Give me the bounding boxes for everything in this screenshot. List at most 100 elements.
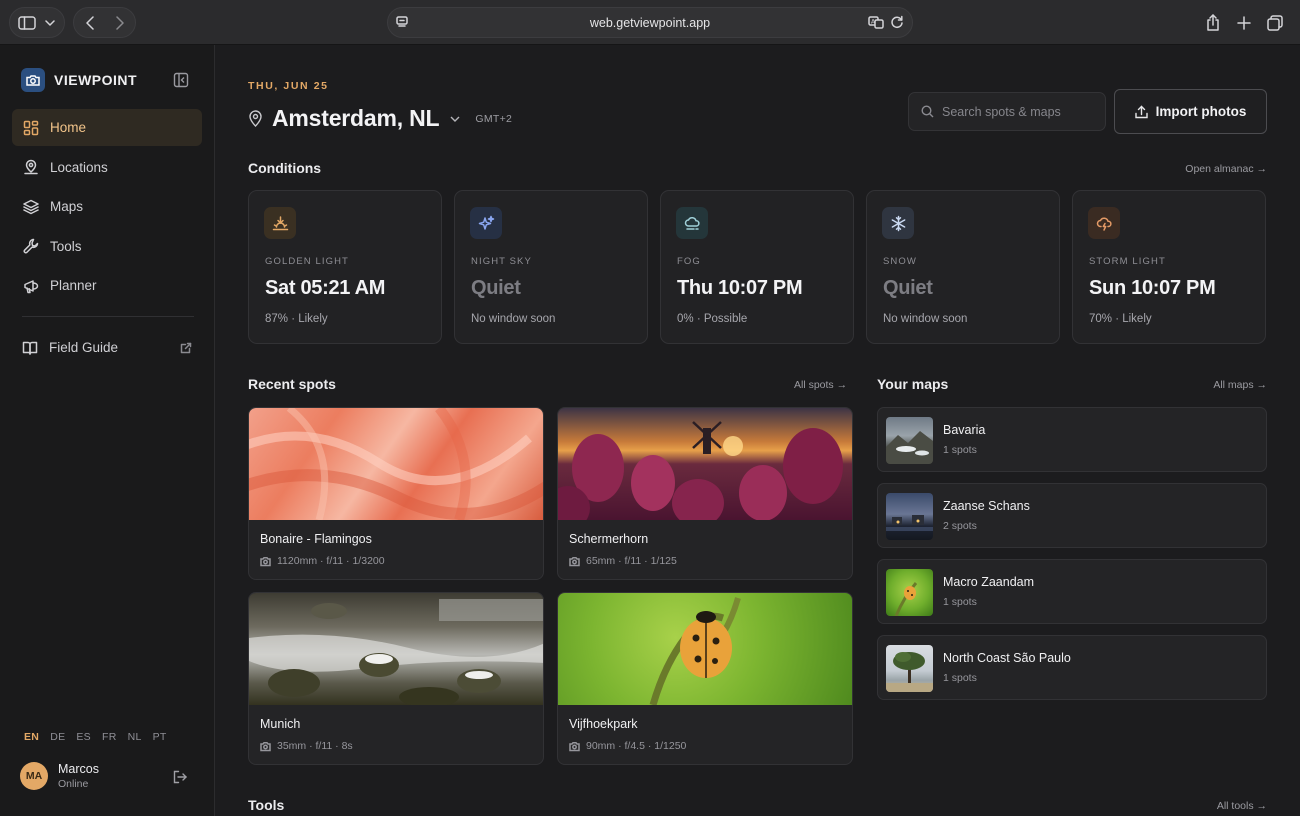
sidebar-item-tools[interactable]: Tools: [12, 228, 202, 265]
field-guide-link[interactable]: Field Guide: [12, 329, 202, 369]
open-almanac-link[interactable]: Open almanac →: [1185, 163, 1267, 175]
map-name: Macro Zaandam: [943, 575, 1035, 589]
camera-icon: [569, 741, 580, 751]
sidebar-nav: Home Locations Maps Tools Planner: [12, 109, 202, 307]
spot-meta: 35mm · f/11 · 8s: [260, 740, 353, 752]
sparkle-icon: [470, 207, 502, 239]
sidebar-item-locations[interactable]: Locations: [12, 149, 202, 186]
lang-es[interactable]: ES: [76, 731, 91, 743]
map-item[interactable]: North Coast São Paulo 1 spots: [877, 635, 1267, 700]
condition-label: FOG: [677, 256, 701, 267]
forward-icon[interactable]: [115, 15, 124, 30]
map-thumbnail: [886, 417, 933, 464]
lang-nl[interactable]: NL: [128, 731, 142, 743]
camera-logo-icon: [21, 68, 45, 92]
spot-card[interactable]: Munich 35mm · f/11 · 8s: [248, 592, 544, 765]
current-date: THU, JUN 25: [248, 80, 329, 92]
condition-probability: No window soon: [883, 313, 968, 325]
external-link-icon: [180, 342, 192, 353]
all-tools-link[interactable]: All tools →: [1217, 800, 1267, 812]
conditions-title: Conditions: [248, 160, 322, 176]
spot-photo-tulips-windmill: [558, 408, 852, 520]
condition-label: SNOW: [883, 256, 917, 267]
location-name: Amsterdam, NL: [272, 105, 440, 131]
condition-value: Sat 05:21 AM: [265, 277, 386, 299]
lang-fr[interactable]: FR: [102, 731, 117, 743]
spot-card[interactable]: Bonaire - Flamingos 1120mm · f/11 · 1/32…: [248, 407, 544, 580]
spot-card[interactable]: Schermerhorn 65mm · f/11 · 1/125: [557, 407, 853, 580]
map-pin-icon: [249, 110, 262, 127]
map-spot-count: 2 spots: [943, 520, 977, 532]
lang-en[interactable]: EN: [24, 731, 39, 743]
map-thumbnail: [886, 645, 933, 692]
sidebar-item-label: Home: [50, 120, 87, 135]
sidebar: VIEWPOINT Home Locations Maps Tools Plan…: [0, 45, 215, 816]
chevron-down-icon[interactable]: [45, 19, 55, 26]
sidebar-item-label: Tools: [50, 238, 82, 254]
spot-name: Schermerhorn: [569, 532, 649, 546]
pin-user-icon: [24, 159, 38, 175]
map-thumbnail: [886, 569, 933, 616]
sidebar-item-planner[interactable]: Planner: [12, 267, 202, 304]
search-input[interactable]: [942, 104, 1092, 119]
map-item[interactable]: Zaanse Schans 2 spots: [877, 483, 1267, 548]
spot-settings: 65mm · f/11 · 1/125: [586, 555, 677, 567]
tab-overview-button[interactable]: [1259, 7, 1290, 38]
location-selector[interactable]: Amsterdam, NL GMT+2: [248, 105, 512, 132]
condition-card-snow[interactable]: SNOW Quiet No window soon: [866, 190, 1060, 344]
condition-label: GOLDEN LIGHT: [265, 256, 349, 267]
condition-value: Quiet: [471, 277, 521, 299]
condition-value: Thu 10:07 PM: [677, 277, 803, 299]
new-tab-button[interactable]: [1228, 7, 1259, 38]
upload-icon: [1134, 105, 1148, 118]
all-spots-link[interactable]: All spots →: [794, 379, 847, 391]
condition-probability: 87% · Likely: [265, 313, 328, 325]
brand[interactable]: VIEWPOINT: [21, 68, 137, 92]
spot-photo-river-rocks: [249, 593, 543, 705]
page-settings-icon[interactable]: [395, 15, 409, 29]
tabs-icon: [1266, 14, 1283, 31]
field-guide-label: Field Guide: [49, 340, 119, 355]
back-icon[interactable]: [86, 15, 95, 30]
spot-settings: 35mm · f/11 · 8s: [277, 740, 353, 752]
lang-de[interactable]: DE: [50, 731, 65, 743]
logout-icon[interactable]: [173, 770, 187, 784]
user-profile[interactable]: MA Marcos Online: [20, 762, 190, 790]
url-text: web.getviewpoint.app: [589, 15, 711, 30]
spot-meta: 65mm · f/11 · 1/125: [569, 555, 677, 567]
import-photos-button[interactable]: Import photos: [1114, 89, 1267, 134]
sidebar-item-label: Locations: [50, 159, 108, 175]
address-bar[interactable]: web.getviewpoint.app A: [387, 7, 913, 38]
fog-cloud-icon: [676, 207, 708, 239]
sidebar-toggle-group[interactable]: [9, 7, 65, 38]
spot-settings: 90mm · f/4.5 · 1/1250: [586, 740, 687, 752]
condition-card-golden-light[interactable]: GOLDEN LIGHT Sat 05:21 AM 87% · Likely: [248, 190, 442, 344]
share-button[interactable]: [1197, 7, 1228, 38]
share-icon: [1206, 14, 1219, 31]
lang-pt[interactable]: PT: [153, 731, 167, 743]
spot-meta: 90mm · f/4.5 · 1/1250: [569, 740, 686, 752]
camera-icon: [260, 741, 271, 751]
snowflake-icon: [882, 207, 914, 239]
browser-toolbar: web.getviewpoint.app A: [0, 0, 1300, 45]
megaphone-icon: [24, 280, 39, 294]
spot-card[interactable]: Vijfhoekpark 90mm · f/4.5 · 1/1250: [557, 592, 853, 765]
map-item[interactable]: Macro Zaandam 1 spots: [877, 559, 1267, 624]
sidebar-item-home[interactable]: Home: [12, 109, 202, 146]
sunrise-icon: [264, 207, 296, 239]
camera-icon: [260, 556, 271, 566]
storm-cloud-icon: [1088, 207, 1120, 239]
condition-card-night-sky[interactable]: NIGHT SKY Quiet No window soon: [454, 190, 648, 344]
all-maps-link[interactable]: All maps →: [1213, 379, 1267, 391]
collapse-sidebar-icon[interactable]: [173, 72, 189, 88]
sidebar-icon[interactable]: [18, 15, 36, 30]
condition-card-storm-light[interactable]: STORM LIGHT Sun 10:07 PM 70% · Likely: [1072, 190, 1266, 344]
translate-icon[interactable]: A: [868, 15, 884, 29]
reload-icon[interactable]: [890, 15, 904, 29]
timezone-label: GMT+2: [475, 112, 513, 125]
map-item[interactable]: Bavaria 1 spots: [877, 407, 1267, 472]
sidebar-item-maps[interactable]: Maps: [12, 188, 202, 225]
history-nav-group: [73, 7, 136, 38]
condition-card-fog[interactable]: FOG Thu 10:07 PM 0% · Possible: [660, 190, 854, 344]
search-box[interactable]: [908, 92, 1106, 131]
